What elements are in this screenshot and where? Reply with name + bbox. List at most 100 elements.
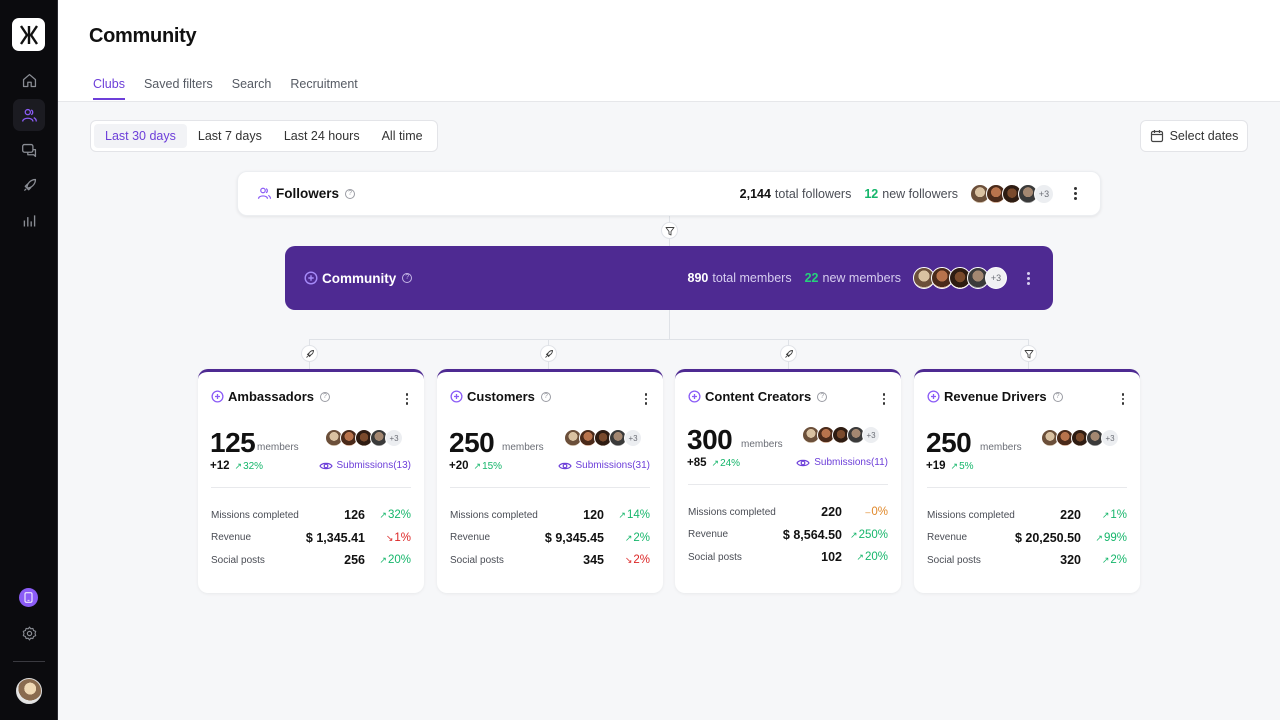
member-delta-pct: ↗24% — [711, 457, 741, 469]
select-dates-label: Select dates — [1169, 129, 1239, 143]
metric-label: Missions completed — [450, 509, 538, 521]
connector-filter[interactable] — [661, 222, 678, 239]
connector-mission[interactable] — [301, 345, 318, 362]
member-avatars[interactable]: +3 — [913, 267, 1007, 289]
rocket-icon — [305, 349, 314, 358]
members-label: members — [741, 439, 783, 450]
select-dates-button[interactable]: Select dates — [1140, 120, 1248, 152]
connector-mission[interactable] — [780, 345, 797, 362]
metric-trend: ↗250% — [850, 528, 888, 541]
submissions-link[interactable]: Submissions(31) — [557, 460, 650, 471]
page-header: Community Clubs Saved filters Search Rec… — [58, 0, 1280, 102]
sidebar-item-messages[interactable] — [13, 134, 45, 166]
club-member-count: 250 — [449, 427, 495, 458]
connector-line — [309, 339, 1029, 340]
metric-trend: ↘2% — [624, 554, 650, 567]
page-title: Community — [89, 25, 197, 47]
settings-button[interactable] — [13, 617, 45, 649]
club-avatars[interactable]: +3 — [564, 429, 642, 447]
followers-title: Followers — [276, 186, 340, 201]
metric-trend: ↘1% — [385, 531, 411, 544]
metric-row: Revenue $ 8,564.50 ↗250% — [688, 524, 888, 547]
trend-up-icon: ↗ — [1095, 532, 1103, 543]
user-avatar[interactable] — [16, 678, 42, 704]
metric-row: Social posts 345 ↘2% — [450, 549, 650, 572]
metric-label: Social posts — [450, 554, 504, 566]
metric-trend: ↗1% — [1101, 509, 1127, 522]
metric-label: Revenue — [688, 529, 729, 541]
community-title: Community — [322, 270, 397, 286]
sidebar-item-analytics[interactable] — [13, 204, 45, 236]
help-icon[interactable]: ? — [1052, 391, 1063, 402]
members-label: members — [502, 442, 544, 453]
club-more-menu[interactable] — [879, 392, 889, 406]
range-last-24-hours[interactable]: Last 24 hours — [273, 124, 371, 148]
trend-up-icon: ↗ — [234, 460, 243, 471]
member-delta-pct: ↗32% — [234, 460, 264, 472]
submissions-label: Submissions(31) — [575, 460, 650, 471]
members-label: members — [980, 442, 1022, 453]
followers-node[interactable]: Followers ? 2,144 total followers 12 new… — [237, 171, 1101, 216]
club-card[interactable]: Ambassadors ? 125 members +12 ↗32% +3 Su… — [198, 369, 424, 593]
submissions-link[interactable]: Submissions(11) — [796, 457, 888, 468]
card-divider — [688, 484, 888, 485]
club-avatars[interactable]: +3 — [802, 426, 880, 444]
sidebar-item-home[interactable] — [13, 64, 45, 96]
range-last-30-days[interactable]: Last 30 days — [94, 124, 187, 148]
tab-saved-filters[interactable]: Saved filters — [144, 77, 213, 99]
mobile-app-button[interactable] — [19, 588, 38, 607]
follower-avatars[interactable]: +3 — [970, 183, 1054, 204]
tab-search[interactable]: Search — [232, 77, 272, 99]
club-card[interactable]: Customers ? 250 members +20 ↗15% +3 Subm… — [437, 369, 663, 593]
tab-recruitment[interactable]: Recruitment — [290, 77, 357, 99]
community-total-label: total members — [712, 271, 792, 285]
club-more-menu[interactable] — [402, 392, 412, 406]
connector-filter[interactable] — [1020, 345, 1037, 362]
club-member-count: 250 — [926, 427, 972, 458]
app-logo[interactable] — [12, 18, 45, 51]
club-name: Content Creators — [705, 389, 812, 404]
card-divider — [211, 487, 411, 488]
metric-value: 220 — [1060, 508, 1081, 523]
club-card[interactable]: Revenue Drivers ? 250 members +19 ↗5% +3… — [914, 369, 1140, 593]
help-icon[interactable]: ? — [540, 391, 551, 402]
club-card[interactable]: Content Creators ? 300 members +85 ↗24% … — [675, 369, 901, 593]
metric-label: Missions completed — [688, 506, 776, 518]
metric-row: Missions completed 220 –0% — [688, 501, 888, 524]
metric-row: Revenue $ 20,250.50 ↗99% — [927, 527, 1127, 550]
community-node[interactable]: Community ? 890 total members 22 new mem… — [285, 246, 1053, 310]
followers-total: 2,144 — [739, 186, 771, 201]
trend-down-icon: ↘ — [385, 532, 394, 543]
more-avatars-count: +3 — [1101, 429, 1119, 447]
add-circle-icon — [304, 271, 318, 285]
club-more-menu[interactable] — [641, 392, 651, 406]
help-icon[interactable]: ? — [402, 273, 413, 283]
member-delta-value: +19 — [926, 460, 946, 472]
metric-label: Missions completed — [927, 509, 1015, 521]
help-icon[interactable]: ? — [345, 188, 356, 199]
trend-up-icon: ↗ — [618, 510, 626, 521]
metric-label: Missions completed — [211, 509, 299, 521]
connector-mission[interactable] — [540, 345, 557, 362]
help-icon[interactable]: ? — [319, 391, 330, 402]
sidebar-item-missions[interactable] — [13, 169, 45, 201]
club-member-delta: +19 ↗5% — [926, 460, 974, 472]
metric-row: Social posts 320 ↗2% — [927, 549, 1127, 572]
community-new: 22 — [804, 271, 819, 285]
club-avatars[interactable]: +3 — [325, 429, 403, 447]
range-all-time[interactable]: All time — [371, 124, 434, 148]
metric-row: Missions completed 126 ↗32% — [211, 504, 411, 527]
metric-value: $ 8,564.50 — [782, 527, 842, 542]
member-delta-pct: ↗5% — [950, 460, 974, 472]
sidebar-item-community[interactable] — [13, 99, 45, 131]
followers-more-menu[interactable] — [1068, 185, 1082, 203]
club-avatars[interactable]: +3 — [1041, 429, 1119, 447]
community-more-menu[interactable] — [1021, 269, 1035, 287]
club-more-menu[interactable] — [1118, 392, 1128, 406]
tab-clubs[interactable]: Clubs — [93, 77, 125, 100]
submissions-link[interactable]: Submissions(13) — [318, 460, 411, 471]
range-last-7-days[interactable]: Last 7 days — [187, 124, 273, 148]
trend-down-icon: ↘ — [624, 555, 633, 566]
metric-trend: ↗20% — [856, 551, 888, 564]
help-icon[interactable]: ? — [817, 391, 828, 402]
